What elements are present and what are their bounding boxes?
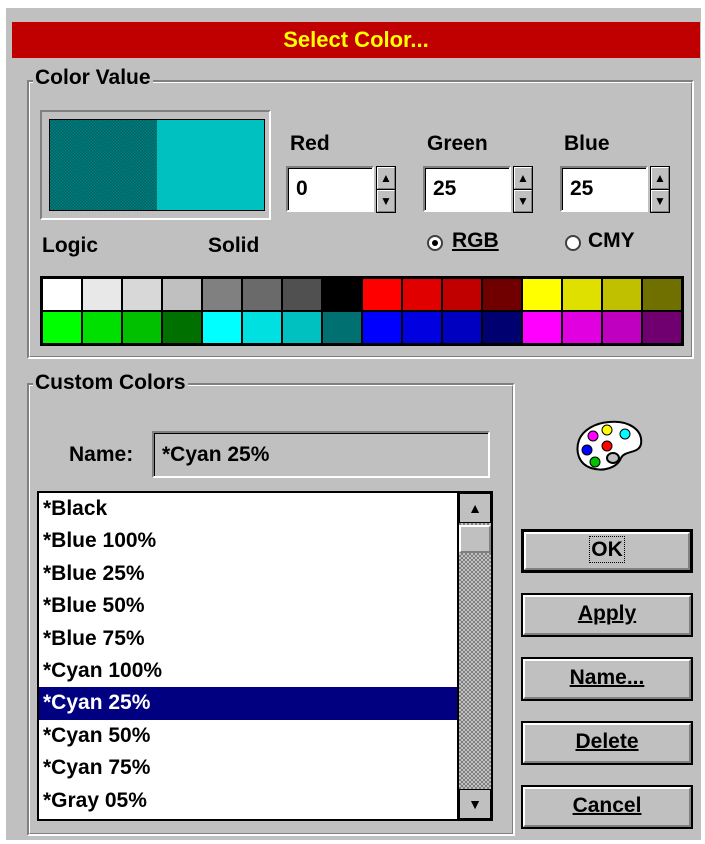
palette-swatch[interactable] — [242, 278, 282, 311]
palette-icon — [576, 420, 643, 471]
arrow-up-icon[interactable]: ▲ — [459, 493, 491, 523]
blue-value: 25 — [570, 177, 594, 200]
red-spinner[interactable]: ▲ ▼ — [376, 166, 396, 214]
list-item[interactable]: *Black — [39, 493, 457, 525]
palette-swatch[interactable] — [122, 311, 162, 344]
list-item[interactable]: *Blue 100% — [39, 525, 457, 557]
palette-swatch[interactable] — [42, 278, 82, 311]
palette-swatch[interactable] — [322, 278, 362, 311]
name-value: *Cyan 25% — [162, 443, 270, 466]
blue-down-icon[interactable]: ▼ — [650, 189, 670, 213]
palette-swatch[interactable] — [562, 311, 602, 344]
palette-swatch[interactable] — [602, 311, 642, 344]
palette-swatch[interactable] — [242, 311, 282, 344]
blue-input[interactable]: 25 — [560, 166, 648, 212]
blue-up-icon[interactable]: ▲ — [650, 166, 670, 190]
arrow-down-icon[interactable]: ▼ — [459, 789, 491, 819]
palette-swatch[interactable] — [82, 278, 122, 311]
preview-logic — [49, 119, 157, 211]
list-item[interactable]: *Blue 25% — [39, 558, 457, 590]
red-value: 0 — [296, 177, 308, 200]
preview-solid — [157, 119, 265, 211]
cmy-radio[interactable] — [565, 235, 581, 251]
solid-label: Solid — [208, 234, 260, 257]
list-item[interactable]: *Cyan 50% — [39, 720, 457, 752]
palette-swatch[interactable] — [162, 278, 202, 311]
color-value-label: Color Value — [33, 66, 153, 90]
rgb-label[interactable]: RGB — [452, 229, 499, 253]
palette-swatch[interactable] — [562, 278, 602, 311]
palette-swatch[interactable] — [402, 311, 442, 344]
palette-swatch[interactable] — [522, 311, 562, 344]
list-scrollbar[interactable]: ▲ ▼ — [457, 493, 491, 819]
palette-swatch[interactable] — [122, 278, 162, 311]
palette-swatch[interactable] — [602, 278, 642, 311]
palette-swatch[interactable] — [642, 278, 682, 311]
list-item[interactable]: *Cyan 75% — [39, 752, 457, 784]
red-down-icon[interactable]: ▼ — [376, 189, 396, 213]
red-label: Red — [290, 132, 330, 155]
green-down-icon[interactable]: ▼ — [513, 189, 533, 213]
palette-swatch[interactable] — [202, 311, 242, 344]
cmy-label[interactable]: CMY — [588, 229, 635, 253]
cancel-button[interactable]: Cancel — [521, 785, 693, 829]
color-palette[interactable] — [40, 276, 684, 346]
scroll-thumb[interactable] — [459, 525, 491, 553]
red-input[interactable]: 0 — [286, 166, 374, 212]
list-item[interactable]: *Gray 05% — [39, 785, 457, 817]
list-item[interactable]: *Cyan 25% — [39, 687, 457, 720]
custom-colors-list[interactable]: *Black *Blue 100% *Blue 25% *Blue 50% *Blue … — [37, 491, 493, 821]
name-label: Name: — [69, 443, 134, 466]
list-item[interactable]: *Blue 50% — [39, 590, 457, 622]
palette-swatch[interactable] — [282, 311, 322, 344]
apply-button[interactable]: Apply — [521, 593, 693, 637]
palette-swatch[interactable] — [202, 278, 242, 311]
green-spinner[interactable]: ▲ ▼ — [513, 166, 533, 214]
delete-button[interactable]: Delete — [521, 721, 693, 765]
palette-swatch[interactable] — [442, 278, 482, 311]
red-up-icon[interactable]: ▲ — [376, 166, 396, 190]
palette-swatch[interactable] — [42, 311, 82, 344]
palette-swatch[interactable] — [322, 311, 362, 344]
list-items: *Black *Blue 100% *Blue 25% *Blue 50% *Blue … — [39, 493, 457, 817]
palette-swatch[interactable] — [282, 278, 322, 311]
palette-swatch[interactable] — [442, 311, 482, 344]
palette-swatch[interactable] — [482, 311, 522, 344]
green-value: 25 — [433, 177, 457, 200]
list-item[interactable]: *Cyan 100% — [39, 655, 457, 687]
palette-swatch[interactable] — [522, 278, 562, 311]
ok-button[interactable]: OK — [521, 529, 693, 573]
green-input[interactable]: 25 — [423, 166, 511, 212]
palette-swatch[interactable] — [82, 311, 122, 344]
color-preview — [40, 110, 271, 220]
custom-colors-label: Custom Colors — [33, 371, 188, 395]
name-button[interactable]: Name... — [521, 657, 693, 701]
list-item[interactable]: *Blue 75% — [39, 623, 457, 655]
blue-label: Blue — [564, 132, 610, 155]
palette-swatch[interactable] — [642, 311, 682, 344]
name-field[interactable]: *Cyan 25% — [152, 431, 490, 478]
palette-swatch[interactable] — [402, 278, 442, 311]
palette-swatch[interactable] — [362, 311, 402, 344]
rgb-radio[interactable] — [427, 235, 443, 251]
green-label: Green — [427, 132, 488, 155]
blue-spinner[interactable]: ▲ ▼ — [650, 166, 670, 214]
palette-swatch[interactable] — [482, 278, 522, 311]
green-up-icon[interactable]: ▲ — [513, 166, 533, 190]
palette-swatch[interactable] — [362, 278, 402, 311]
dialog-title: Select Color... — [12, 22, 700, 58]
palette-swatch[interactable] — [162, 311, 202, 344]
logic-label: Logic — [42, 234, 98, 257]
